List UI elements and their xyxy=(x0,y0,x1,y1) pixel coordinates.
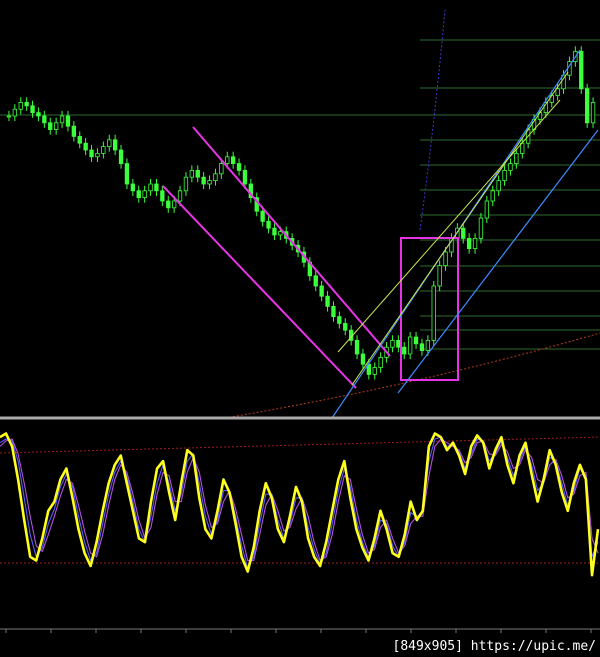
candle-body xyxy=(160,190,165,202)
candle-body xyxy=(124,163,130,185)
candle-body xyxy=(272,227,277,236)
candle-body xyxy=(136,190,141,199)
candle-body xyxy=(171,200,177,209)
candle-body xyxy=(425,339,431,351)
candle-body xyxy=(18,102,23,110)
candle-body xyxy=(189,169,195,178)
candle-body xyxy=(207,180,212,185)
candle-body xyxy=(242,169,248,185)
candle-body xyxy=(30,105,35,114)
candle-body xyxy=(478,217,484,239)
candle-body xyxy=(584,88,590,124)
candle-body xyxy=(236,163,242,171)
candle-body xyxy=(354,339,360,355)
candle-body xyxy=(166,200,171,209)
candle-body xyxy=(466,237,472,249)
candle-body xyxy=(71,125,77,137)
candle-body xyxy=(337,316,342,324)
candle-body xyxy=(579,51,584,90)
candle-body xyxy=(390,339,395,348)
candle-body xyxy=(443,251,448,267)
candle-body xyxy=(313,275,318,287)
candle-body xyxy=(53,122,59,131)
candle-body xyxy=(142,190,147,199)
candle-body xyxy=(461,227,466,239)
candle-body xyxy=(42,115,47,124)
candle-body xyxy=(502,169,507,181)
candle-body xyxy=(402,346,407,355)
candle-body xyxy=(89,149,94,158)
candle-body xyxy=(36,112,41,117)
candle-body xyxy=(407,336,413,355)
candle-body xyxy=(555,88,560,97)
candle-body xyxy=(6,115,12,118)
candle-body xyxy=(12,108,18,117)
candle-body xyxy=(372,367,377,375)
candle-body xyxy=(331,305,336,317)
candle-body xyxy=(343,322,348,331)
candle-body xyxy=(83,142,88,151)
candle-body xyxy=(101,146,106,154)
candle-body xyxy=(325,295,330,307)
candle-body xyxy=(95,152,100,158)
candle-body xyxy=(183,176,189,192)
candle-body xyxy=(419,343,425,351)
candle-body xyxy=(496,180,501,192)
candle-body xyxy=(437,265,442,287)
candle-body xyxy=(225,156,230,165)
candle-body xyxy=(201,176,206,185)
candle-body xyxy=(130,183,136,192)
candle-body xyxy=(118,149,124,164)
candle-body xyxy=(219,163,224,175)
candle-body xyxy=(260,210,265,222)
candle-body xyxy=(148,183,153,192)
candle-body xyxy=(590,102,596,124)
candle-body xyxy=(230,156,236,165)
candle-body xyxy=(360,353,366,365)
candle-body xyxy=(472,237,478,249)
candle-body xyxy=(431,285,436,341)
candle-body xyxy=(59,115,65,124)
watermark: [849x905] https://upic.me/ xyxy=(392,639,597,654)
candle-body xyxy=(396,339,401,348)
candle-body xyxy=(154,183,159,192)
candle-body xyxy=(319,285,324,297)
candle-body xyxy=(24,102,29,107)
candle-body xyxy=(77,135,82,144)
candle-body xyxy=(508,163,513,171)
candle-body xyxy=(490,190,495,202)
candle-body xyxy=(48,122,53,131)
candle-body xyxy=(112,139,118,151)
candle-body xyxy=(278,231,283,236)
candle-body xyxy=(378,356,383,368)
candle-body xyxy=(484,200,490,219)
candle-body xyxy=(413,336,419,345)
candle-body xyxy=(177,190,183,202)
candle-body xyxy=(213,173,218,182)
candle-body xyxy=(107,139,112,148)
candle-body xyxy=(65,115,71,127)
candle-body xyxy=(195,169,200,178)
trading-chart xyxy=(0,0,600,657)
candle-body xyxy=(266,220,271,229)
candle-body xyxy=(514,152,519,164)
